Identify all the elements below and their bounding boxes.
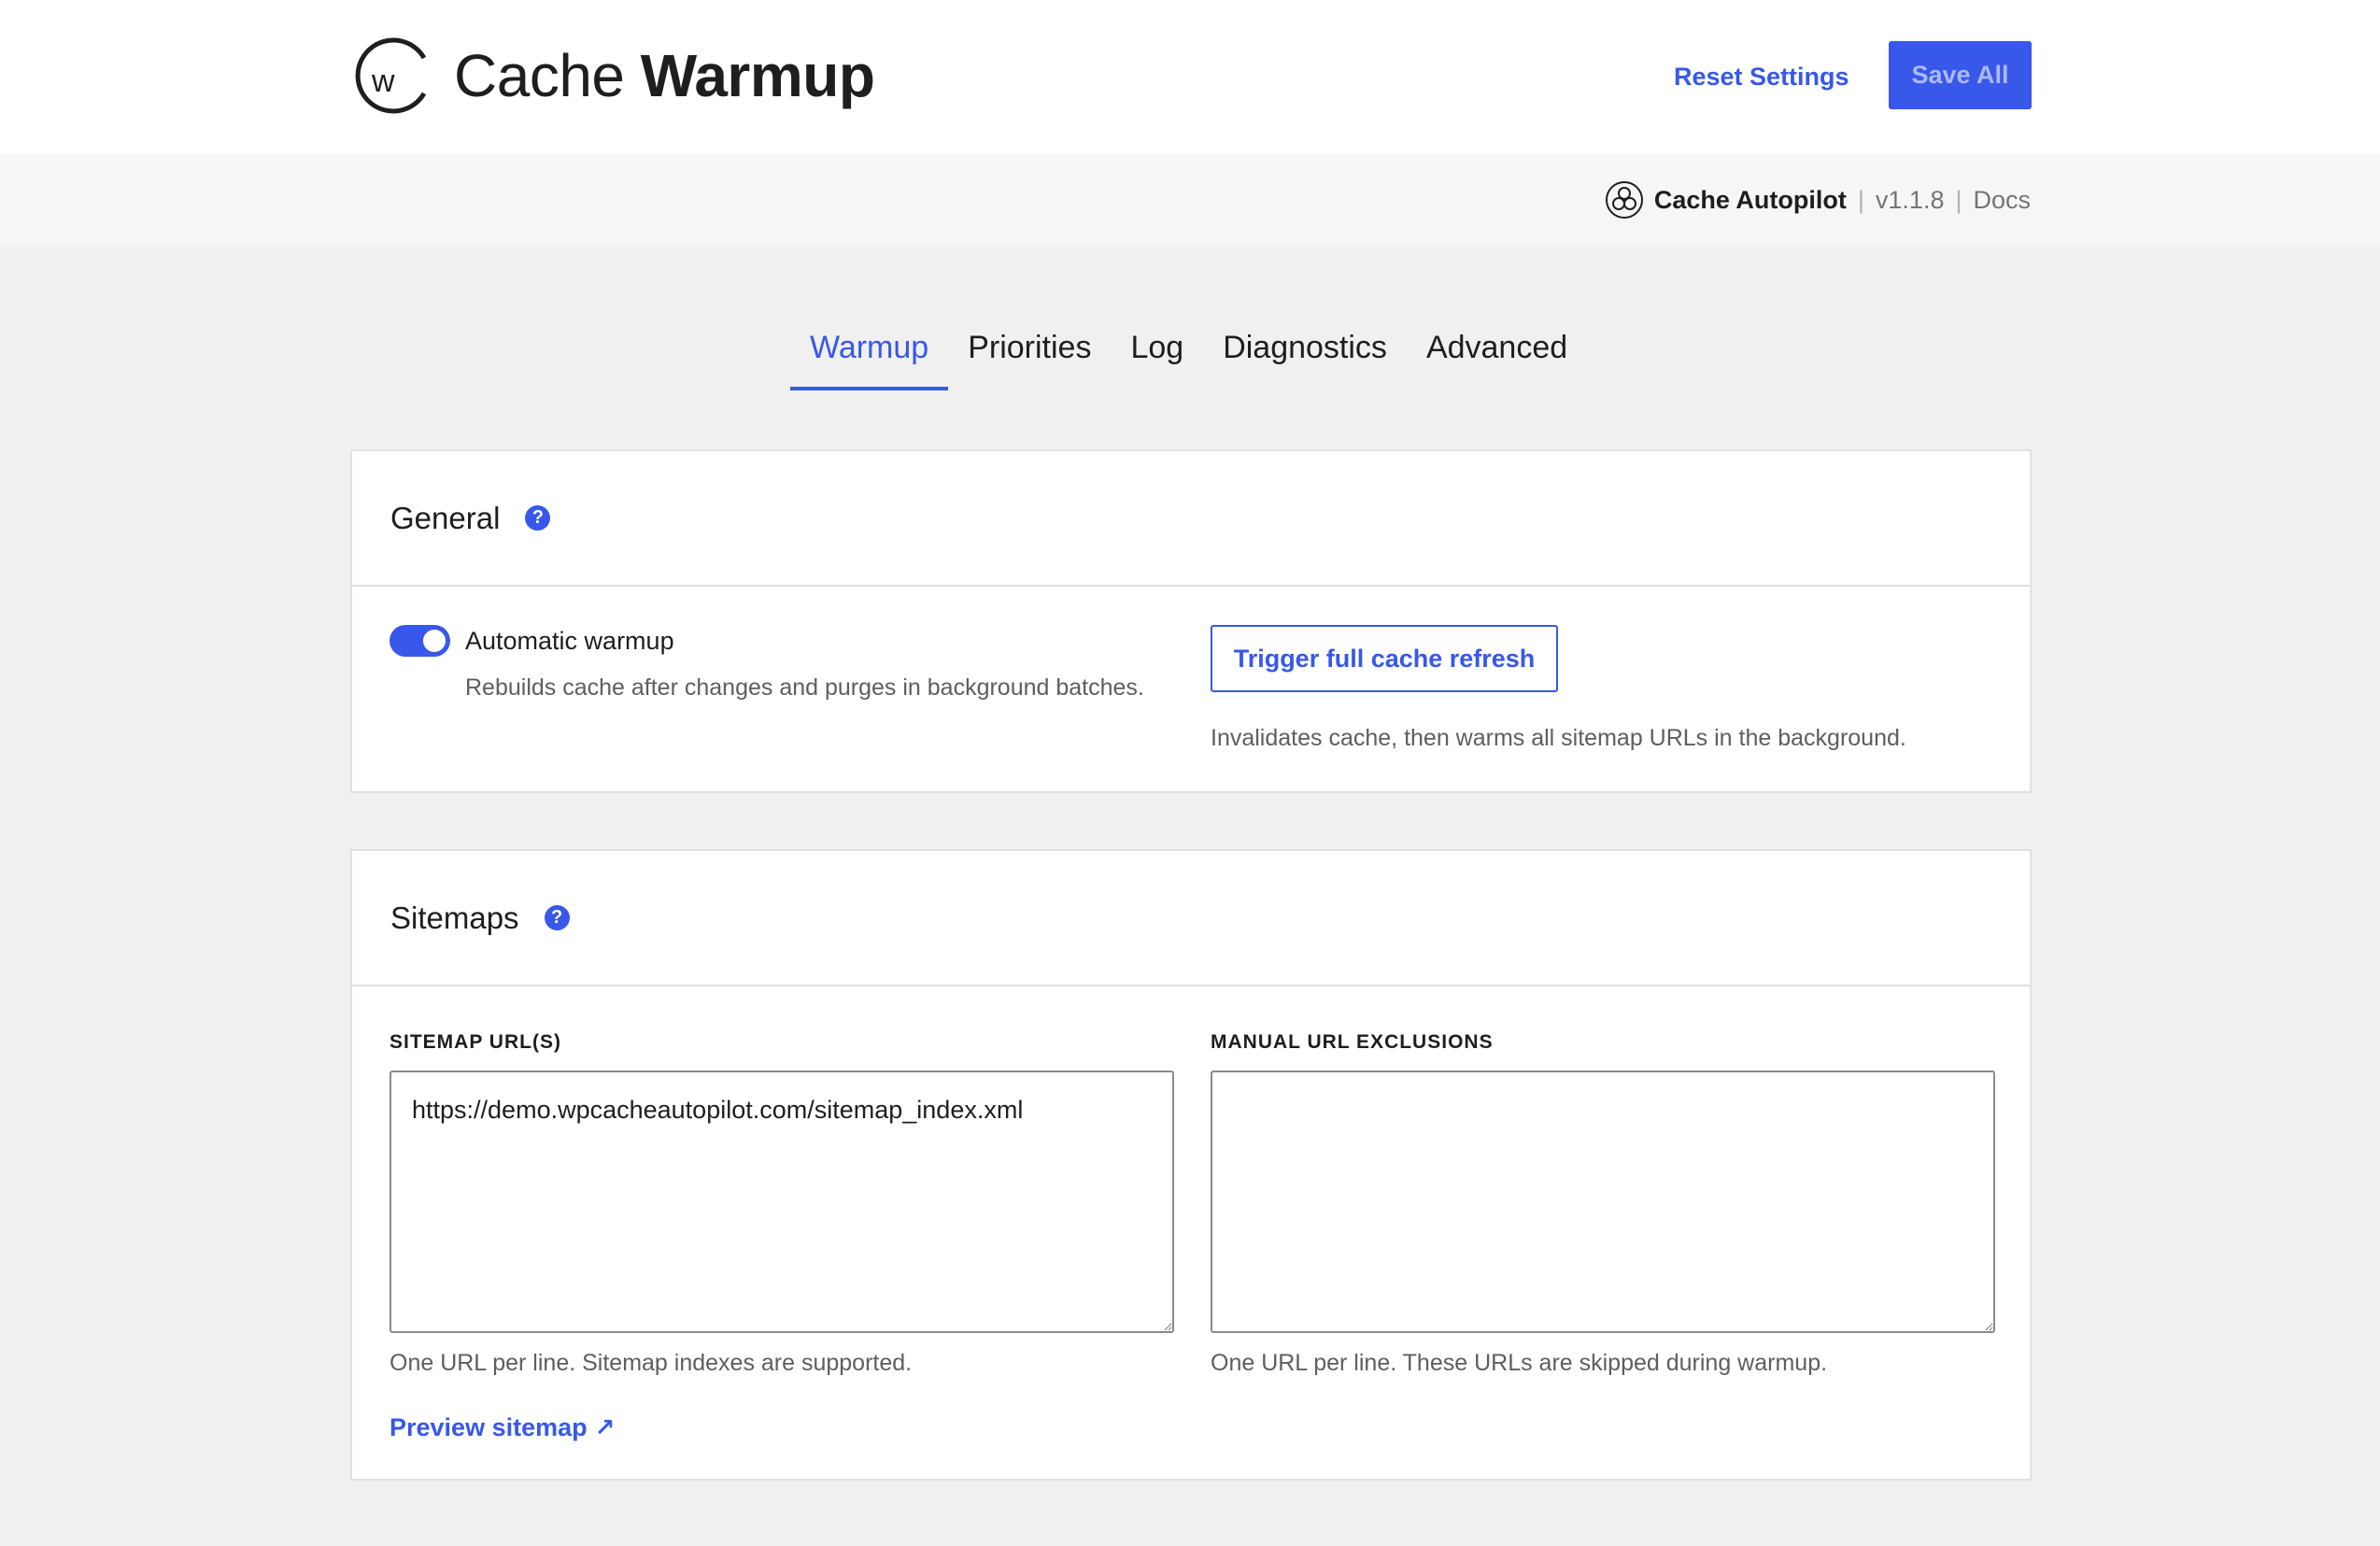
save-all-button[interactable]: Save All — [1889, 41, 2032, 109]
help-circle-icon[interactable]: ? — [525, 505, 551, 531]
title-bold: Warmup — [640, 42, 875, 109]
page-title: Cache Warmup — [454, 34, 875, 118]
sitemap-urls-label: SITEMAP URL(S) — [390, 1031, 561, 1053]
preview-sitemap-link[interactable]: Preview sitemap ↗ — [390, 1409, 615, 1446]
brand-name: Cache Autopilot — [1653, 186, 1847, 214]
sitemap-urls-help: One URL per line. Sitemap indexes are su… — [390, 1350, 913, 1376]
trigger-description: Invalidates cache, then warms all sitema… — [1211, 725, 1906, 751]
divider: | — [1857, 186, 1864, 214]
tab-warmup[interactable]: Warmup — [790, 308, 949, 390]
manual-url-exclusions-label: MANUAL URL EXCLUSIONS — [1211, 1031, 1494, 1053]
tab-bar: Warmup Priorities Log Diagnostics Advanc… — [790, 308, 1587, 390]
tab-diagnostics[interactable]: Diagnostics — [1203, 308, 1407, 387]
external-arrow-icon: ↗ — [594, 1413, 616, 1441]
preview-sitemap-label: Preview sitemap — [390, 1413, 588, 1441]
sitemaps-card: Sitemaps ? SITEMAP URL(S) https://demo.w… — [350, 849, 2032, 1481]
trigger-full-cache-refresh-button[interactable]: Trigger full cache refresh — [1211, 625, 1558, 692]
sitemap-urls-textarea[interactable]: https://demo.wpcacheautopilot.com/sitema… — [390, 1071, 1174, 1333]
automatic-warmup-toggle[interactable] — [390, 625, 450, 657]
general-card-header: General ? — [352, 451, 2030, 587]
general-title: General — [390, 500, 501, 535]
automatic-warmup-description: Rebuilds cache after changes and purges … — [465, 674, 1144, 701]
svg-text:w: w — [371, 64, 395, 99]
docs-link[interactable]: Docs — [1973, 181, 2031, 219]
toggle-knob — [423, 630, 446, 652]
tab-log[interactable]: Log — [1111, 308, 1203, 387]
divider: | — [1955, 186, 1962, 214]
cache-autopilot-icon — [1605, 180, 1644, 220]
automatic-warmup-label: Automatic warmup — [465, 627, 674, 655]
title-light: Cache — [454, 42, 625, 109]
help-circle-icon[interactable]: ? — [544, 905, 570, 930]
version-label: v1.1.8 — [1875, 186, 1945, 214]
reset-settings-button[interactable]: Reset Settings — [1674, 58, 1849, 95]
general-card: General ? Automatic warmup Rebuilds cach… — [350, 449, 2032, 793]
brand-line: Cache Autopilot | v1.1.8 | Docs — [1605, 180, 2031, 220]
manual-url-exclusions-textarea[interactable] — [1211, 1071, 1995, 1333]
sitemaps-card-header: Sitemaps ? — [352, 851, 2030, 986]
sub-header: Cache Autopilot | v1.1.8 | Docs — [0, 154, 2380, 248]
tab-advanced[interactable]: Advanced — [1407, 308, 1587, 387]
sitemaps-title: Sitemaps — [390, 900, 519, 935]
top-header: w Cache Warmup Reset Settings Save All — [0, 0, 2380, 154]
manual-url-exclusions-help: One URL per line. These URLs are skipped… — [1211, 1350, 1828, 1376]
tab-priorities[interactable]: Priorities — [948, 308, 1111, 387]
app-logo: w Cache Warmup — [349, 34, 875, 118]
cache-warmup-logo-icon: w — [349, 34, 432, 118]
